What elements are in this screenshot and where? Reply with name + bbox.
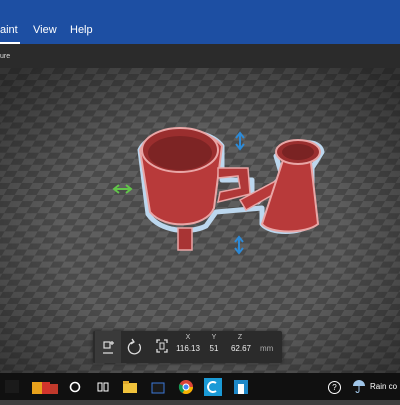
umbrella-icon	[353, 380, 365, 393]
taskbar: ? Rain co	[0, 373, 400, 400]
secondary-toolbar: ure	[0, 44, 400, 68]
canvas-svg	[0, 68, 400, 373]
menu-bar: aint View Help	[0, 0, 400, 44]
gift-app-button[interactable]	[30, 379, 60, 395]
folder-icon	[123, 381, 137, 393]
paint3d-icon	[207, 381, 217, 393]
menu-item-label: View	[33, 24, 57, 36]
menu-item-paint[interactable]: aint	[0, 0, 20, 44]
task-view-button[interactable]	[96, 380, 110, 394]
snap-to-ground-button[interactable]	[95, 331, 121, 363]
z-value[interactable]: 62.67	[224, 344, 258, 353]
z-label: Z	[237, 334, 243, 341]
task-view-icon	[97, 382, 109, 392]
start-button[interactable]	[0, 373, 24, 400]
menu-item-help[interactable]: Help	[70, 0, 93, 44]
store-icon	[151, 382, 165, 394]
chrome-button[interactable]	[178, 379, 194, 395]
file-explorer-button[interactable]	[122, 379, 138, 395]
pinned-app-button[interactable]	[232, 378, 250, 396]
weather-button[interactable]	[352, 379, 366, 393]
gift-icon	[32, 382, 58, 394]
search-button[interactable]	[68, 380, 82, 394]
transform-toolbar: X 116.13 Y 51 Z 62.67 mm	[93, 331, 282, 363]
3d-canvas[interactable]	[0, 68, 400, 373]
help-tray-icon[interactable]: ?	[328, 381, 341, 394]
secondary-toolbar-label: ure	[0, 53, 11, 60]
chrome-icon	[178, 380, 193, 394]
snap-icon	[103, 341, 114, 354]
app-icon	[234, 380, 248, 394]
store-button[interactable]	[150, 379, 166, 395]
rotate-icon	[127, 338, 142, 355]
windows-icon	[5, 380, 19, 393]
menu-item-view[interactable]: View	[33, 0, 57, 44]
weather-text[interactable]: Rain co	[370, 382, 397, 391]
menu-item-label: Help	[70, 24, 93, 36]
cortana-icon	[69, 381, 81, 393]
paint3d-taskbar-button[interactable]	[204, 378, 222, 396]
menu-item-label: aint	[0, 24, 18, 36]
unit-label: mm	[260, 344, 274, 353]
reset-rotation-button[interactable]	[122, 331, 148, 363]
